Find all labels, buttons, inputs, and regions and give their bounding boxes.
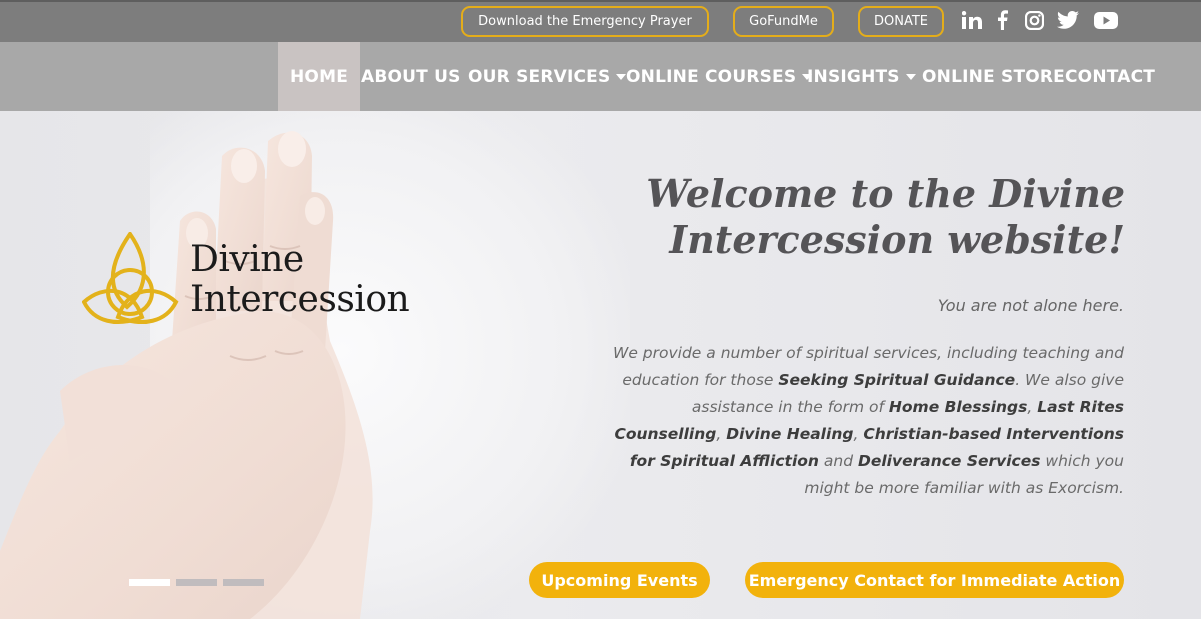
nav-contact-label: CONTACT: [1065, 66, 1156, 87]
hero-slider: Divine Intercession Welcome to the Divin…: [0, 111, 1201, 619]
download-emergency-prayer-button[interactable]: Download the Emergency Prayer: [461, 6, 709, 37]
desc-text: and: [818, 452, 858, 470]
nav-store-label: ONLINE STORE: [922, 66, 1065, 87]
twitter-icon[interactable]: [1056, 9, 1080, 31]
facebook-icon[interactable]: [994, 9, 1010, 31]
hero-headline: Welcome to the Divine Intercession websi…: [646, 171, 1125, 262]
hero-description: We provide a number of spiritual service…: [594, 340, 1124, 502]
top-utility-bar: Download the Emergency Prayer GoFundMe D…: [0, 0, 1201, 42]
nav-our-services[interactable]: OUR SERVICES: [468, 42, 627, 111]
logo-line-2: Intercession: [190, 279, 410, 320]
desc-text: ,: [1027, 398, 1038, 416]
slide-indicator-2[interactable]: [176, 579, 217, 586]
desc-text: ,: [853, 425, 864, 443]
nav-services-label: OUR SERVICES: [468, 66, 611, 87]
slide-indicator-1[interactable]: [129, 579, 170, 586]
nav-online-courses[interactable]: ONLINE COURSES: [626, 42, 813, 111]
instagram-icon[interactable]: [1023, 9, 1045, 31]
emergency-contact-button[interactable]: Emergency Contact for Immediate Action: [745, 562, 1124, 598]
youtube-icon[interactable]: [1093, 9, 1119, 31]
main-navigation: HOME ABOUT US OUR SERVICES ONLINE COURSE…: [0, 42, 1201, 111]
gofundme-button[interactable]: GoFundMe: [733, 6, 834, 37]
nav-about-label: ABOUT US: [361, 66, 461, 87]
nav-online-store[interactable]: ONLINE STORE: [922, 42, 1065, 111]
logo-wordmark: Divine Intercession: [190, 239, 410, 320]
upcoming-events-button[interactable]: Upcoming Events: [529, 562, 710, 598]
donate-button[interactable]: DONATE: [858, 6, 944, 37]
desc-highlight: Seeking Spiritual Guidance: [778, 371, 1016, 389]
desc-highlight: Home Blessings: [888, 398, 1028, 416]
linkedin-icon[interactable]: [961, 9, 983, 31]
divine-intercession-logo[interactable]: Divine Intercession: [82, 232, 412, 332]
chevron-down-icon: [616, 73, 627, 80]
desc-highlight: Divine Healing: [726, 425, 854, 443]
triquetra-logo-icon: [82, 232, 179, 324]
nav-about-us[interactable]: ABOUT US: [361, 42, 461, 111]
desc-highlight: Deliverance Services: [857, 452, 1041, 470]
nav-courses-label: ONLINE COURSES: [626, 66, 797, 87]
nav-home[interactable]: HOME: [278, 42, 361, 111]
nav-insights-label: INSIGHTS: [807, 66, 900, 87]
hero-subline: You are not alone here.: [937, 296, 1124, 315]
chevron-down-icon: [905, 73, 916, 80]
nav-contact[interactable]: CONTACT: [1065, 42, 1155, 111]
slide-indicator-3[interactable]: [223, 579, 264, 586]
nav-insights[interactable]: INSIGHTS: [807, 42, 916, 111]
nav-home-label: HOME: [290, 66, 349, 87]
logo-line-1: Divine: [190, 239, 304, 280]
desc-text: ,: [716, 425, 727, 443]
